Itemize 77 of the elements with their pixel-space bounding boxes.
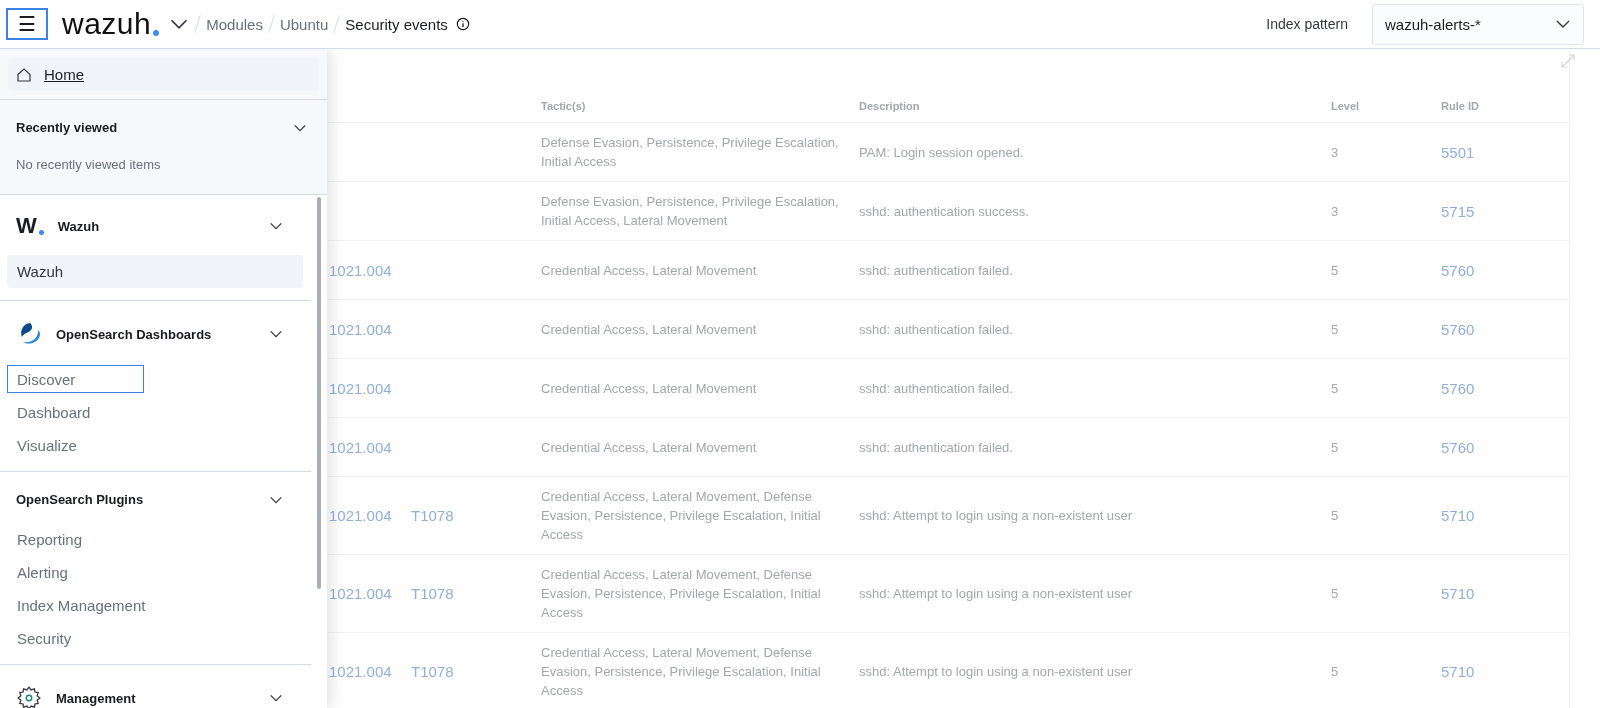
nav-link[interactable]: Alerting [7,558,287,586]
info-icon[interactable] [455,17,470,31]
breadcrumb-link[interactable]: Modules [206,15,263,33]
description-cell-text: sshd: authentication failed. [858,320,1014,339]
rule-id-link[interactable]: 5501 [1439,132,1569,172]
tactics-cell-text: Credential Access, Lateral Movement [540,320,758,339]
rule-id-link[interactable]: 5760 [1439,309,1569,349]
nav-link[interactable]: Discover [7,365,144,393]
tactics-cell-text: Credential Access, Lateral Movement [540,379,758,398]
level-cell-text: 5 [1330,379,1340,398]
fullscreen-icon[interactable] [1560,53,1576,69]
technique-link[interactable]: 1021.004 [327,652,409,691]
rule-id-link[interactable]: 5710 [1439,496,1569,535]
tactics-cell-text: Credential Access, Lateral Movement [540,438,758,457]
technique-link[interactable]: T1078 [409,574,539,613]
tactics-cell-text: Credential Access, Lateral Movement, Defense Evasion, Persistence, Privilege Escalation, Initial Access [540,488,822,544]
rule-id-link[interactable]: 5710 [1439,652,1569,691]
rule-id-link[interactable]: 5710 [1439,574,1569,613]
description-cell-text: sshd: Attempt to login using a non-existent user [858,663,1134,681]
section-header[interactable]: Management [16,685,136,708]
rule-id-link[interactable]: 5715 [1439,191,1569,231]
level-cell-text: 5 [1330,507,1340,525]
description-cell-text: sshd: authentication success. [858,202,1030,221]
technique-link[interactable]: 1021.004 [327,574,409,613]
description-cell-text: sshd: Attempt to login using a non-existent user [858,507,1134,525]
index-pattern-label: Index pattern [1266,16,1348,32]
settings-icon [16,685,42,708]
home-link[interactable]: Home [8,58,319,91]
scrollbar-thumb[interactable] [317,197,321,589]
rule-id-link[interactable]: 5760 [1439,250,1569,290]
tactics-cell-text: Defense Evasion, Persistence, Privilege Escalation, Initial Access, Lateral Movement [540,193,840,230]
wazuh-logo[interactable]: wazuh [62,9,160,39]
index-pattern-select[interactable]: wazuh-alerts-* [1372,3,1584,45]
level-cell-text: 3 [1330,143,1340,162]
technique-link[interactable]: 1021.004 [327,368,409,408]
column-header[interactable]: Level [1329,100,1439,112]
section-header[interactable]: OpenSearch Plugins [16,492,144,507]
level-cell-text: 5 [1330,585,1340,603]
column-header[interactable]: Rule ID [1439,100,1569,112]
tactics-cell-text: Credential Access, Lateral Movement, Defense Evasion, Persistence, Privilege Escalation, Initial Access [540,566,822,622]
empty-message: No recently viewed items [16,157,162,172]
nav-link[interactable]: Index Management [7,591,287,619]
level-cell-text: 5 [1330,663,1340,681]
technique-link[interactable]: T1078 [409,496,539,535]
technique-link[interactable]: 1021.004 [327,427,409,467]
rule-id-link[interactable]: 5760 [1439,427,1569,467]
level-cell-text: 3 [1330,202,1340,221]
section-header[interactable]: OpenSearch Dashboards [16,321,212,347]
breadcrumb-link[interactable]: Ubuntu [279,15,329,33]
technique-link[interactable]: 1021.004 [327,496,409,535]
tactics-cell-text: Defense Evasion, Persistence, Privilege Escalation, Initial Access [540,134,840,171]
level-cell-text: 5 [1330,438,1340,457]
level-cell-text: 5 [1330,320,1340,339]
description-cell-text: sshd: authentication failed. [858,379,1014,398]
description-cell-text: sshd: authentication failed. [858,261,1014,280]
tactics-cell-text: Credential Access, Lateral Movement, Defense Evasion, Persistence, Privilege Escalation, Initial Access [540,644,822,700]
nav-link[interactable]: Visualize [7,431,287,459]
nav-link[interactable]: Dashboard [7,398,287,426]
technique-link[interactable]: 1021.004 [327,309,409,349]
nav-link[interactable]: Reporting [7,525,287,553]
section-header[interactable]: Recently viewed [16,120,118,135]
menu-button[interactable]: ☰ [6,8,48,40]
technique-link[interactable]: T1078 [409,652,539,691]
rule-id-link[interactable]: 5760 [1439,368,1569,408]
column-header[interactable]: Description [857,100,1329,112]
nav-link[interactable]: Security [7,624,287,652]
nav-link[interactable]: Wazuh [7,255,303,288]
home-icon [16,66,32,83]
current-breadcrumb[interactable]: Security events [345,15,448,33]
level-cell-text: 5 [1330,261,1340,280]
description-cell-text: sshd: Attempt to login using a non-existent user [858,585,1134,603]
technique-link[interactable]: 1021.004 [327,250,409,290]
description-cell-text: sshd: authentication failed. [858,438,1014,457]
section-header[interactable]: W Wazuh [16,215,100,237]
column-header[interactable]: Tactic(s) [539,100,857,112]
description-cell-text: PAM: Login session opened. [858,143,1025,162]
tactics-cell-text: Credential Access, Lateral Movement [540,261,758,280]
